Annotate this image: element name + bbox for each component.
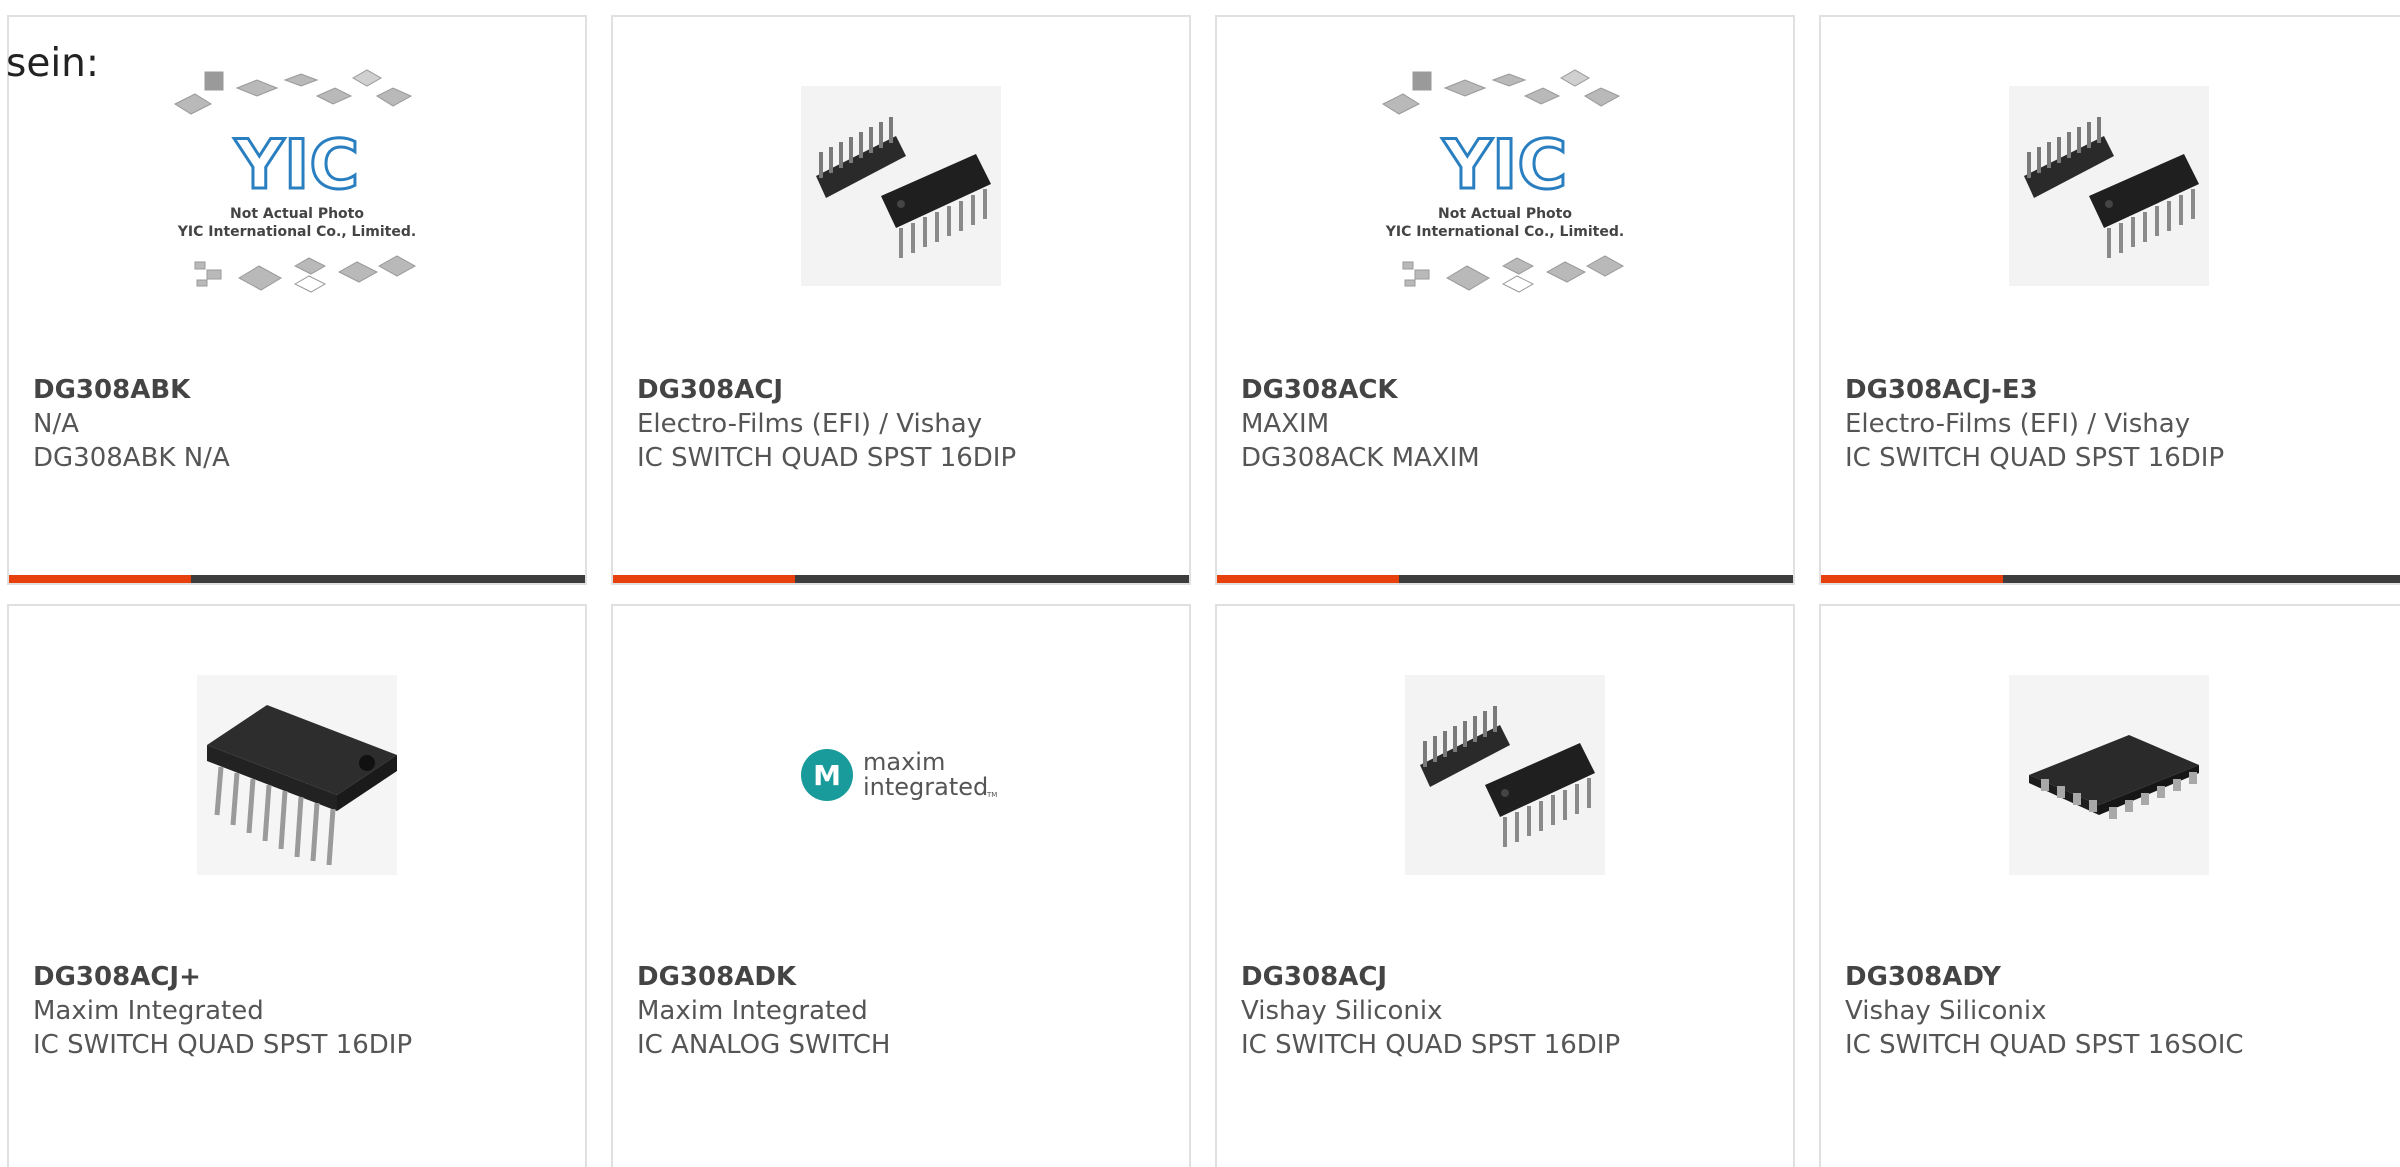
product-image[interactable]: YIC Not Actual Photo YIC International C…	[1217, 69, 1793, 293]
product-card[interactable]: DG308ACJ Electro-Films (EFI) / Vishay IC…	[611, 15, 1191, 585]
card-bottom-bar	[613, 575, 1189, 583]
part-number[interactable]: DG308ACK	[1241, 373, 1480, 407]
product-card[interactable]: M maxim integrated TM DG308ADK Maxim Int…	[611, 604, 1191, 1167]
dip-chip-single-icon	[197, 675, 397, 875]
card-bottom-bar	[9, 575, 585, 583]
yic-caption-line-2: YIC International Co., Limited.	[177, 224, 416, 240]
card-bottom-bar	[1821, 575, 2400, 583]
product-grid-page: sein: YIC Not Actual Photo YIC Internati…	[0, 0, 2400, 1167]
card-bottom-bar	[1217, 575, 1793, 583]
part-number[interactable]: DG308ABK	[33, 373, 230, 407]
part-number[interactable]: DG308ADK	[637, 960, 891, 994]
manufacturer: Electro-Films (EFI) / Vishay	[637, 409, 983, 439]
product-info: DG308ACK MAXIM DG308ACK MAXIM	[1241, 373, 1480, 475]
product-info: DG308ACJ+ Maxim Integrated IC SWITCH QUA…	[33, 960, 412, 1062]
product-image[interactable]	[613, 81, 1189, 291]
product-card[interactable]: YIC Not Actual Photo YIC International C…	[1215, 15, 1795, 585]
product-info: DG308ABK N/A DG308ABK N/A	[33, 373, 230, 475]
yic-placeholder-icon: YIC Not Actual Photo YIC International C…	[173, 69, 416, 293]
product-card[interactable]: DG308ACJ Vishay Siliconix IC SWITCH QUAD…	[1215, 604, 1795, 1167]
manufacturer: Maxim Integrated	[33, 996, 264, 1026]
product-info: DG308ADK Maxim Integrated IC ANALOG SWIT…	[637, 960, 891, 1062]
product-card[interactable]: YIC Not Actual Photo YIC International C…	[7, 15, 587, 585]
manufacturer: Vishay Siliconix	[1845, 996, 2047, 1026]
description: IC SWITCH QUAD SPST 16DIP	[1845, 443, 2225, 473]
part-number[interactable]: DG308ACJ+	[33, 960, 412, 994]
yic-caption-line-1: Not Actual Photo	[1438, 206, 1572, 222]
product-info: DG308ACJ Electro-Films (EFI) / Vishay IC…	[637, 373, 1016, 475]
manufacturer: Vishay Siliconix	[1241, 996, 1443, 1026]
product-info: DG308ACJ-E3 Electro-Films (EFI) / Vishay…	[1845, 373, 2224, 475]
card-accent-bar	[1217, 575, 1399, 583]
maxim-logo-line-1: maxim	[863, 748, 945, 776]
product-image[interactable]	[1217, 670, 1793, 880]
description: DG308ACK MAXIM	[1241, 443, 1480, 473]
part-number[interactable]: DG308ACJ	[637, 373, 1016, 407]
description: DG308ABK N/A	[33, 443, 230, 473]
product-card[interactable]: DG308ACJ+ Maxim Integrated IC SWITCH QUA…	[7, 604, 587, 1167]
description: IC SWITCH QUAD SPST 16DIP	[1241, 1030, 1621, 1060]
card-accent-bar	[9, 575, 191, 583]
product-info: DG308ACJ Vishay Siliconix IC SWITCH QUAD…	[1241, 960, 1620, 1062]
card-accent-bar	[1821, 575, 2003, 583]
dip-chips-pair-icon	[2009, 86, 2209, 286]
intro-text: sein:	[6, 41, 100, 86]
dip-chips-pair-icon	[1405, 675, 1605, 875]
part-number[interactable]: DG308ACJ-E3	[1845, 373, 2224, 407]
yic-caption-line-2: YIC International Co., Limited.	[1385, 224, 1624, 240]
maxim-logo-tm: TM	[986, 791, 997, 799]
description: IC ANALOG SWITCH	[637, 1030, 891, 1060]
manufacturer: MAXIM	[1241, 409, 1330, 439]
maxim-logo-line-2: integrated	[863, 773, 988, 801]
description: IC SWITCH QUAD SPST 16DIP	[33, 1030, 413, 1060]
description: IC SWITCH QUAD SPST 16SOIC	[1845, 1030, 2244, 1060]
product-image[interactable]	[1821, 81, 2397, 291]
product-image[interactable]: M maxim integrated TM	[613, 670, 1189, 880]
manufacturer: Maxim Integrated	[637, 996, 868, 1026]
product-image[interactable]: YIC Not Actual Photo YIC International C…	[9, 69, 585, 293]
product-info: DG308ADY Vishay Siliconix IC SWITCH QUAD…	[1845, 960, 2244, 1062]
maxim-mark-glyph: M	[813, 759, 841, 792]
yic-logo-text: YIC	[1442, 126, 1567, 205]
manufacturer: N/A	[33, 409, 79, 439]
card-accent-bar	[613, 575, 795, 583]
product-card[interactable]: DG308ACJ-E3 Electro-Films (EFI) / Vishay…	[1819, 15, 2400, 585]
product-image[interactable]	[1821, 670, 2397, 880]
part-number[interactable]: DG308ACJ	[1241, 960, 1620, 994]
description: IC SWITCH QUAD SPST 16DIP	[637, 443, 1017, 473]
yic-placeholder-icon: YIC Not Actual Photo YIC International C…	[1381, 69, 1624, 293]
part-number[interactable]: DG308ADY	[1845, 960, 2244, 994]
yic-logo-text: YIC	[234, 126, 359, 205]
product-card[interactable]: DG308ADY Vishay Siliconix IC SWITCH QUAD…	[1819, 604, 2400, 1167]
yic-caption-line-1: Not Actual Photo	[230, 206, 364, 222]
manufacturer: Electro-Films (EFI) / Vishay	[1845, 409, 2191, 439]
product-image[interactable]	[9, 670, 585, 880]
soic-chip-icon	[2009, 675, 2209, 875]
dip-chips-pair-icon	[801, 86, 1001, 286]
maxim-logo-icon: M maxim integrated TM	[801, 748, 997, 801]
